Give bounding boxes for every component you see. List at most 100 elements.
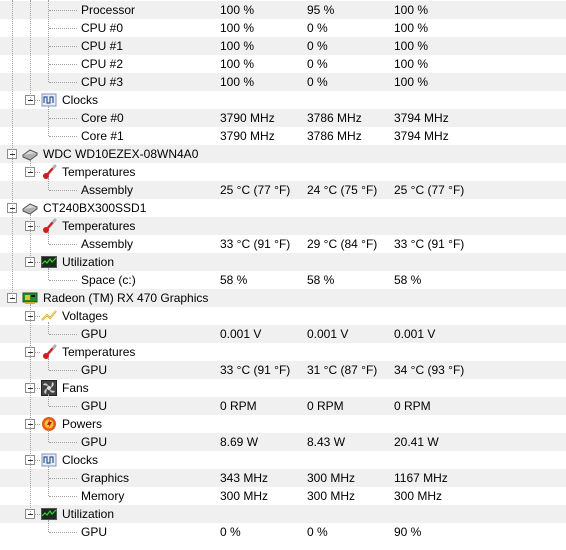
tree-connector xyxy=(30,304,31,514)
tree-row[interactable]: GPU 33 °C (91 °F) 31 °C (87 °F) 34 °C (93 °… xyxy=(0,361,566,379)
value-min: 0 % xyxy=(307,57,328,71)
tree-row[interactable]: Powers xyxy=(0,415,566,433)
tree-connector xyxy=(34,424,40,425)
value-min: 8.43 W xyxy=(307,435,346,449)
tree-row[interactable]: Assembly 25 °C (77 °F) 24 °C (75 °F) 25 °C … xyxy=(0,181,566,199)
tree-connector xyxy=(49,28,77,29)
value-current: 0 RPM xyxy=(220,399,257,413)
value-current: 100 % xyxy=(220,57,255,71)
tree-connector xyxy=(12,0,13,298)
node-label: Space (c:) xyxy=(81,273,136,287)
tree-connector xyxy=(34,316,40,317)
tree-connector xyxy=(49,244,77,245)
value-current: 0.001 V xyxy=(220,327,262,341)
value-max: 34 °C (93 °F) xyxy=(394,363,465,377)
value-min: 0 % xyxy=(307,75,328,89)
value-max: 0 RPM xyxy=(394,399,431,413)
node-label: Assembly xyxy=(81,237,134,251)
tree-row[interactable]: GPU 8.69 W 8.43 W 20.41 W xyxy=(0,433,566,451)
tree-row[interactable]: Clocks xyxy=(0,91,566,109)
node-label: Assembly xyxy=(81,183,134,197)
value-min: 0.001 V xyxy=(307,327,349,341)
value-min: 0 % xyxy=(307,21,328,35)
tree-row[interactable]: Voltages xyxy=(0,307,566,325)
value-current: 33 °C (91 °F) xyxy=(220,237,291,251)
node-label: Clocks xyxy=(62,93,99,107)
tree-connector xyxy=(49,10,77,11)
tree-row[interactable]: GPU 0 % 0 % 90 % xyxy=(0,523,566,541)
tree-row[interactable]: CPU #0 100 % 0 % 100 % xyxy=(0,19,566,37)
value-max: 90 % xyxy=(394,525,422,539)
node-label: Radeon (TM) RX 470 Graphics xyxy=(43,291,209,305)
tree-row[interactable]: Memory 300 MHz 300 MHz 300 MHz xyxy=(0,487,566,505)
value-current: 343 MHz xyxy=(220,471,269,485)
value-min: 0 RPM xyxy=(307,399,344,413)
tree-connector xyxy=(49,118,77,119)
node-label: Temperatures xyxy=(62,219,136,233)
value-current: 33 °C (91 °F) xyxy=(220,363,291,377)
node-label: Core #0 xyxy=(81,111,124,125)
value-min: 95 % xyxy=(307,3,335,17)
tree-row[interactable]: Graphics 343 MHz 300 MHz 1167 MHz xyxy=(0,469,566,487)
tree-row[interactable]: CT240BX300SSD1 xyxy=(0,199,566,217)
tree-row[interactable]: Temperatures xyxy=(0,343,566,361)
tree-connector xyxy=(34,388,40,389)
value-min: 0 % xyxy=(307,39,328,53)
tree-row[interactable]: Temperatures xyxy=(0,217,566,235)
value-current: 25 °C (77 °F) xyxy=(220,183,291,197)
value-min: 0 % xyxy=(307,525,328,539)
tree-row[interactable]: Utilization xyxy=(0,505,566,523)
clock-icon xyxy=(41,452,57,468)
value-max: 3794 MHz xyxy=(394,129,449,143)
tree-connector xyxy=(49,406,77,407)
tree-row[interactable]: Assembly 33 °C (91 °F) 29 °C (84 °F) 33 °C … xyxy=(0,235,566,253)
tree-connector xyxy=(49,46,77,47)
tree-row[interactable]: CPU #2 100 % 0 % 100 % xyxy=(0,55,566,73)
tree-connector xyxy=(49,280,77,281)
tree-row[interactable]: Fans xyxy=(0,379,566,397)
tree-row[interactable]: WDC WD10EZEX-08WN4A0 xyxy=(0,145,566,163)
node-label: Processor xyxy=(81,3,136,17)
value-max: 100 % xyxy=(394,39,429,53)
tree-connector xyxy=(34,262,40,263)
tree-connector xyxy=(48,0,49,82)
value-min: 300 MHz xyxy=(307,489,356,503)
value-max: 100 % xyxy=(394,3,429,17)
tree-connector xyxy=(49,442,77,443)
node-label: Memory xyxy=(81,489,125,503)
value-max: 58 % xyxy=(394,273,422,287)
tree-row[interactable]: Clocks xyxy=(0,451,566,469)
utilization-icon xyxy=(41,506,57,522)
value-max: 0.001 V xyxy=(394,327,436,341)
tree-row[interactable]: Processor 100 % 95 % 100 % xyxy=(0,1,566,19)
tree-connector xyxy=(49,370,77,371)
thermometer-icon xyxy=(41,218,57,234)
node-label: Utilization xyxy=(62,255,115,269)
value-current: 3790 MHz xyxy=(220,111,275,125)
node-label: Utilization xyxy=(62,507,115,521)
node-label: GPU xyxy=(81,525,108,539)
node-label: Powers xyxy=(62,417,103,431)
tree-row[interactable]: Utilization xyxy=(0,253,566,271)
value-max: 1167 MHz xyxy=(394,471,448,485)
tree-row[interactable]: GPU 0 RPM 0 RPM 0 RPM xyxy=(0,397,566,415)
tree-connector xyxy=(34,460,40,461)
node-label: GPU xyxy=(81,363,108,377)
tree-row[interactable]: CPU #3 100 % 0 % 100 % xyxy=(0,73,566,91)
tree-row[interactable]: Temperatures xyxy=(0,163,566,181)
value-current: 100 % xyxy=(220,75,255,89)
tree-row[interactable]: CPU #1 100 % 0 % 100 % xyxy=(0,37,566,55)
tree-row[interactable]: Core #1 3790 MHz 3786 MHz 3794 MHz xyxy=(0,127,566,145)
node-label: CPU #2 xyxy=(81,57,124,71)
value-min: 3786 MHz xyxy=(307,129,362,143)
tree-row[interactable]: Radeon (TM) RX 470 Graphics xyxy=(0,289,566,307)
tree-row[interactable]: GPU 0.001 V 0.001 V 0.001 V xyxy=(0,325,566,343)
voltage-icon xyxy=(41,308,57,324)
tree-connector xyxy=(34,172,40,173)
tree-row[interactable]: Core #0 3790 MHz 3786 MHz 3794 MHz xyxy=(0,109,566,127)
node-label: CPU #1 xyxy=(81,39,124,53)
tree-connector xyxy=(30,214,31,262)
tree-row[interactable]: Space (c:) 58 % 58 % 58 % xyxy=(0,271,566,289)
power-icon xyxy=(41,416,57,432)
value-current: 58 % xyxy=(220,273,248,287)
